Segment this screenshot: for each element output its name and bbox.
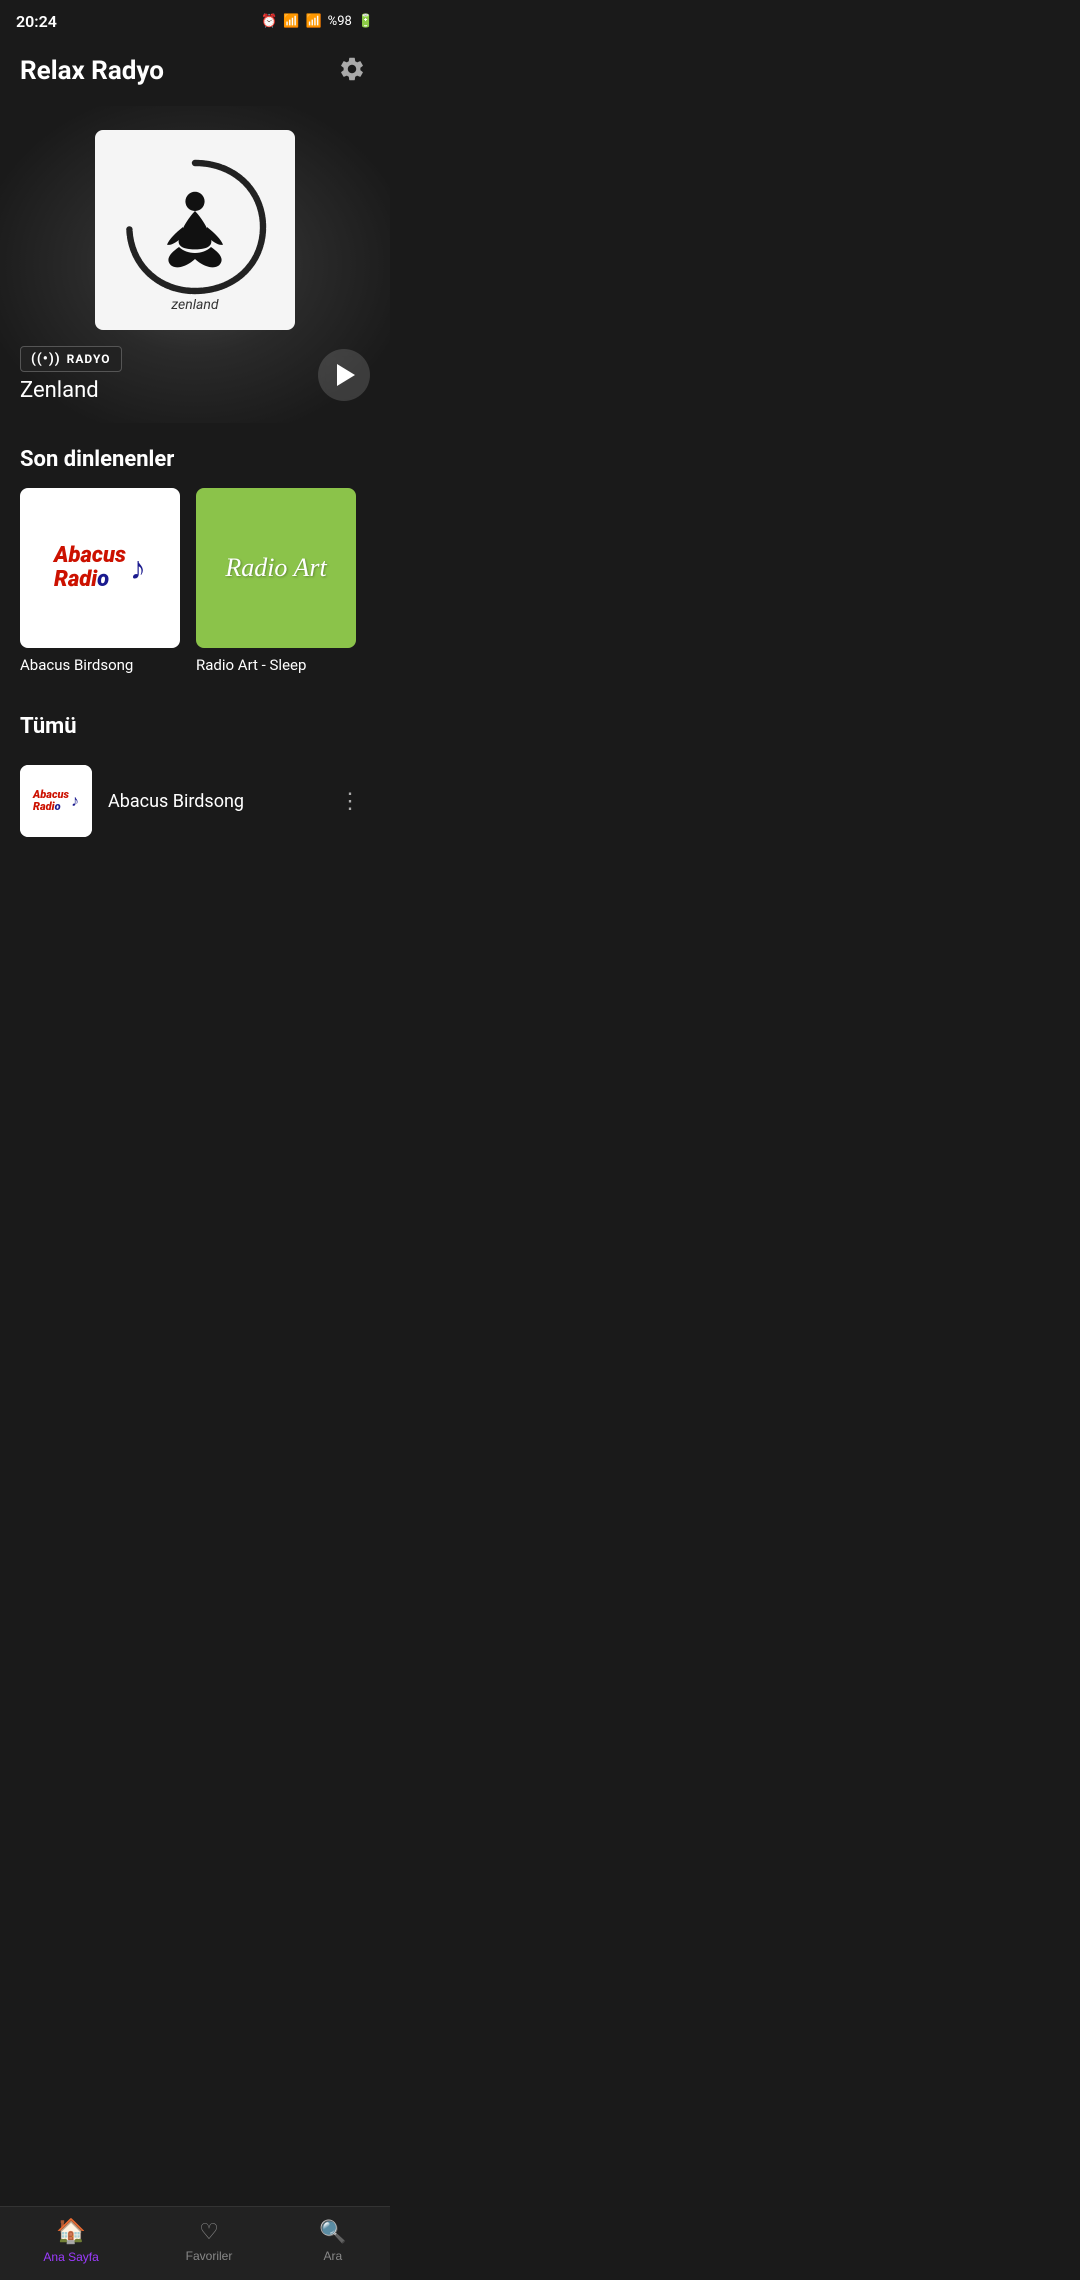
nav-search[interactable]: 🔍 Ara (319, 2219, 346, 2263)
radio-badge: ((•)) RADYO (20, 346, 122, 372)
list-item-menu-abacus[interactable]: ⋮ (331, 780, 370, 822)
app-title: Relax Radyo (20, 56, 164, 86)
abacus-logo: Abacus Radio ♪ (20, 488, 180, 648)
bottom-nav: 🏠 Ana Sayfa ♡ Favoriler 🔍 Ara (0, 2206, 390, 2280)
hero-bottom: ((•)) RADYO Zenland (20, 346, 370, 403)
recent-section: Son dinlenenler Abacus Radio ♪ (0, 423, 390, 690)
status-time: 20:24 (16, 12, 57, 31)
list-abacus-text2: Radio (33, 801, 69, 813)
heart-icon: ♡ (199, 2219, 219, 2245)
current-station-name: Zenland (20, 378, 122, 403)
all-section: Tümü Abacus Radio ♪ Abacus Birdsong ⋮ (0, 690, 390, 947)
radio-wave-icon: ((•)) (31, 351, 61, 367)
radioart-logo: Radio Art (196, 488, 356, 648)
app-header: Relax Radyo (0, 39, 390, 106)
abacus-text-line1: Abacus (54, 544, 126, 568)
radio-badge-text: RADYO (67, 352, 111, 366)
nav-home[interactable]: 🏠 Ana Sayfa (43, 2217, 98, 2264)
station-card-label-radioart: Radio Art - Sleep (196, 656, 356, 674)
radioart-logo-text: Radio Art (225, 553, 326, 583)
hero-left: ((•)) RADYO Zenland (20, 346, 122, 403)
alarm-icon: ⏰ (261, 14, 277, 29)
battery-icon: 🔋 (358, 14, 374, 29)
station-card-radioart[interactable]: Radio Art Radio Art - Sleep (196, 488, 356, 674)
list-item-img-abacus: Abacus Radio ♪ (20, 765, 92, 837)
wifi-icon: 📶 (283, 14, 299, 29)
play-button[interactable] (318, 349, 370, 401)
list-item-abacus[interactable]: Abacus Radio ♪ Abacus Birdsong ⋮ (20, 755, 370, 847)
abacus-text-line2: Radio (54, 568, 126, 592)
station-logo-container: zenland (95, 130, 295, 330)
gear-icon (338, 55, 366, 83)
nav-search-label: Ara (324, 2249, 343, 2263)
recent-stations-scroll[interactable]: Abacus Radio ♪ Abacus Birdsong Radio Art… (20, 488, 370, 690)
search-icon: 🔍 (319, 2219, 346, 2245)
abacus-music-note: ♪ (130, 549, 146, 587)
station-card-abacus[interactable]: Abacus Radio ♪ Abacus Birdsong (20, 488, 180, 674)
station-card-img-abacus: Abacus Radio ♪ (20, 488, 180, 648)
nav-favorites-label: Favoriler (186, 2249, 233, 2263)
signal-icon: 📶 (305, 14, 321, 29)
list-item-name-abacus: Abacus Birdsong (108, 791, 315, 812)
all-section-title: Tümü (20, 714, 370, 739)
recent-section-title: Son dinlenenler (20, 447, 370, 472)
play-icon (337, 364, 355, 386)
zenland-text: zenland (171, 297, 218, 313)
hero-section: zenland ((•)) RADYO Zenland (0, 106, 390, 423)
status-icons: ⏰ 📶 📶 %98 🔋 (261, 14, 374, 29)
home-icon: 🏠 (56, 2217, 86, 2246)
station-card-img-radioart: Radio Art (196, 488, 356, 648)
nav-favorites[interactable]: ♡ Favoriler (186, 2219, 233, 2263)
zenland-logo-svg (115, 147, 275, 307)
station-card-label-abacus: Abacus Birdsong (20, 656, 180, 674)
list-abacus-note: ♪ (71, 791, 79, 811)
battery-text: %98 (328, 14, 352, 29)
settings-button[interactable] (334, 51, 370, 90)
status-bar: 20:24 ⏰ 📶 📶 %98 🔋 (0, 0, 390, 39)
nav-home-label: Ana Sayfa (43, 2250, 98, 2264)
